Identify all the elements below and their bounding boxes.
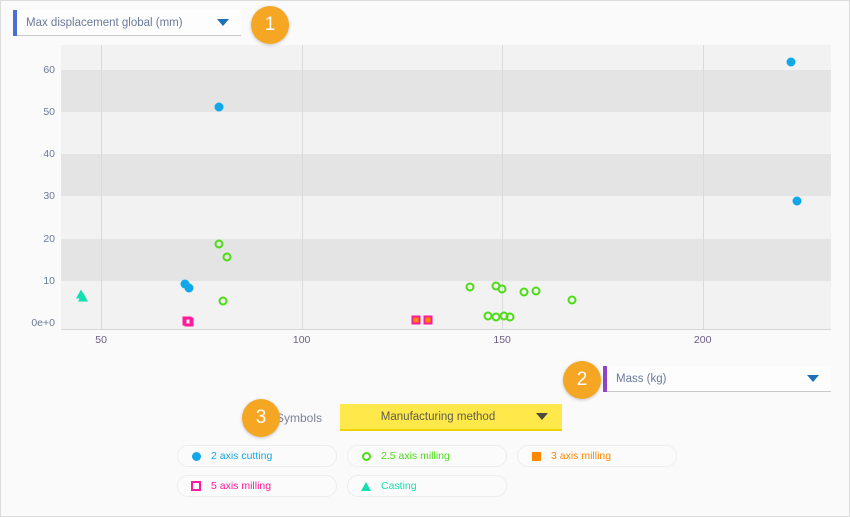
x-axis-variable-dropdown[interactable]: Mass (kg)	[603, 365, 831, 392]
data-point[interactable]	[222, 252, 232, 262]
data-point[interactable]	[465, 282, 475, 291]
data-point[interactable]	[531, 286, 541, 296]
legend-item[interactable]: 3 axis milling	[517, 445, 677, 467]
grid-line-vertical	[702, 45, 704, 329]
x-axis: 50 100 150 200	[61, 329, 831, 346]
y-axis-tick-label: 30	[43, 190, 55, 203]
grid-band	[61, 154, 831, 197]
data-point[interactable]	[78, 292, 89, 302]
circle-open-icon	[360, 450, 372, 462]
y-axis-tick-label: 40	[43, 148, 55, 161]
square-open-icon	[190, 480, 202, 492]
data-point[interactable]	[786, 57, 796, 67]
chart-area: 0e+0 10 20 30 40 50 60 50 100 150 200	[23, 45, 831, 346]
data-point[interactable]	[214, 239, 224, 249]
symbols-control: Symbols Manufacturing method	[276, 404, 563, 431]
plot-canvas[interactable]	[61, 45, 831, 329]
y-axis-tick-label: 50	[43, 106, 55, 119]
data-point[interactable]	[519, 287, 529, 297]
callout-badge-1: 1	[251, 6, 289, 44]
chevron-down-icon[interactable]	[807, 375, 819, 382]
y-axis-tick-label: 60	[43, 64, 55, 77]
circle-filled-icon	[190, 450, 202, 462]
legend-item[interactable]: 2.5 axis milling	[347, 445, 507, 467]
x-axis-tick-label: 150	[493, 334, 511, 346]
legend-item-label: 3 axis milling	[551, 450, 612, 462]
callout-badge-2: 2	[563, 361, 601, 399]
data-point[interactable]	[567, 295, 577, 305]
grid-line-vertical	[101, 45, 103, 329]
triangle-icon	[360, 480, 372, 492]
grid-band	[61, 238, 831, 281]
y-axis-tick-label: 20	[43, 232, 55, 245]
scatter-plot-panel: Max displacement global (mm) 1 2 3 0e+0 1…	[0, 0, 850, 517]
data-point[interactable]	[423, 315, 433, 325]
legend-item-label: 2 axis cutting	[211, 450, 273, 462]
data-point[interactable]	[497, 284, 507, 294]
legend-item-label: Casting	[381, 480, 417, 492]
legend-item-label: 5 axis milling	[211, 480, 272, 492]
chevron-down-icon[interactable]	[217, 19, 229, 26]
data-point[interactable]	[184, 317, 194, 327]
y-axis-tick-label: 10	[43, 274, 55, 287]
legend-item-label: 2.5 axis milling	[381, 450, 450, 462]
legend-item[interactable]: 2 axis cutting	[177, 445, 337, 467]
y-axis-variable-label: Max displacement global (mm)	[26, 16, 183, 29]
symbols-dropdown[interactable]: Manufacturing method	[340, 404, 563, 431]
symbols-value-label: Manufacturing method	[380, 410, 496, 423]
x-axis-tick-label: 200	[693, 334, 712, 346]
y-axis-tick-label: 0e+0	[31, 316, 55, 329]
y-axis: 0e+0 10 20 30 40 50 60	[23, 45, 61, 329]
legend-item[interactable]: 5 axis milling	[177, 475, 337, 497]
data-point[interactable]	[411, 315, 421, 325]
data-point[interactable]	[792, 196, 802, 206]
x-axis-variable-label: Mass (kg)	[616, 372, 667, 385]
legend: 2 axis cutting 2.5 axis milling 3 axis mil…	[177, 445, 677, 497]
legend-item[interactable]: Casting	[347, 475, 507, 497]
chevron-down-icon[interactable]	[536, 413, 549, 420]
x-axis-tick-label: 50	[95, 334, 107, 346]
y-axis-variable-dropdown[interactable]: Max displacement global (mm)	[13, 9, 241, 36]
square-filled-icon	[530, 450, 542, 462]
grid-band	[61, 70, 831, 113]
data-point[interactable]	[184, 283, 194, 293]
symbols-label: Symbols	[276, 410, 323, 425]
data-point[interactable]	[218, 296, 228, 306]
grid-line-vertical	[301, 45, 303, 329]
callout-badge-3: 3	[242, 399, 280, 437]
data-point[interactable]	[505, 312, 515, 322]
x-axis-tick-label: 100	[292, 334, 311, 346]
data-point[interactable]	[214, 102, 224, 112]
